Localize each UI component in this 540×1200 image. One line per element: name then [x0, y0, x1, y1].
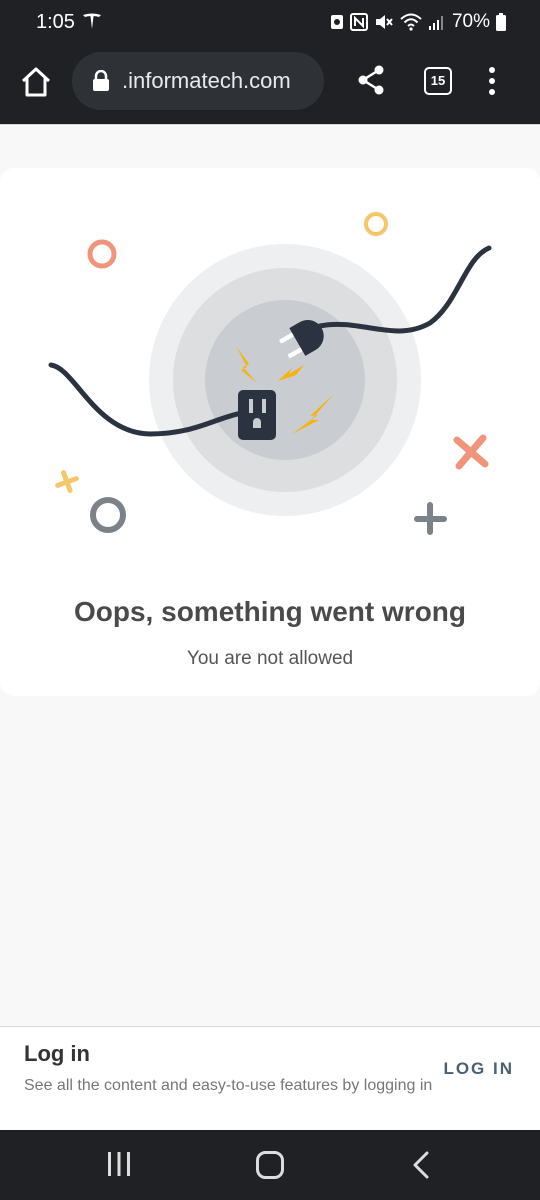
- error-card: Oops, something went wrong You are not a…: [0, 168, 540, 696]
- gray-ring: [90, 497, 126, 533]
- battery-percentage: 70%: [451, 11, 490, 32]
- yellow-ring: [364, 212, 388, 236]
- orange-ring: [87, 239, 117, 269]
- home-icon[interactable]: [18, 64, 54, 100]
- yellow-plus: [55, 470, 79, 493]
- outlet: [238, 390, 276, 440]
- lock-icon: [93, 70, 109, 91]
- status-icons: 70%: [330, 11, 506, 33]
- unplugged-illustration: [48, 212, 492, 535]
- sync-icon: [330, 15, 343, 29]
- orange-cross: [453, 434, 489, 470]
- status-bar: 1:05 70%: [0, 0, 540, 46]
- error-subtitle: You are not allowed: [186, 648, 354, 669]
- browser-toolbar: .informatech.com 15: [0, 46, 540, 124]
- address-bar[interactable]: .informatech.com: [72, 52, 324, 110]
- battery-icon: [496, 13, 506, 31]
- login-banner: Log in See all the content and easy-to-u…: [0, 1026, 540, 1131]
- login-title: Log in: [24, 1041, 90, 1066]
- signal-icon: [428, 16, 443, 30]
- nfc-icon: [349, 13, 368, 31]
- login-description: See all the content and easy-to-use feat…: [24, 1077, 433, 1094]
- gray-plus: [414, 502, 447, 535]
- tabs-button[interactable]: 15: [424, 67, 452, 95]
- error-title: Oops, something went wrong: [74, 596, 466, 627]
- status-time: 1:05: [36, 11, 75, 33]
- share-icon[interactable]: [356, 64, 388, 96]
- more-menu-icon[interactable]: [486, 66, 498, 96]
- wifi-icon: [400, 13, 422, 31]
- tesla-icon: [83, 13, 101, 29]
- login-button[interactable]: LOG IN: [443, 1059, 514, 1079]
- back-icon[interactable]: [410, 1150, 432, 1180]
- url-text[interactable]: .informatech.com: [122, 68, 291, 94]
- toolbar-divider: [0, 124, 540, 125]
- mute-icon: [375, 15, 393, 29]
- home-nav-icon[interactable]: [255, 1150, 285, 1180]
- system-navigation-bar: [0, 1130, 540, 1200]
- recent-apps-icon[interactable]: [106, 1150, 132, 1178]
